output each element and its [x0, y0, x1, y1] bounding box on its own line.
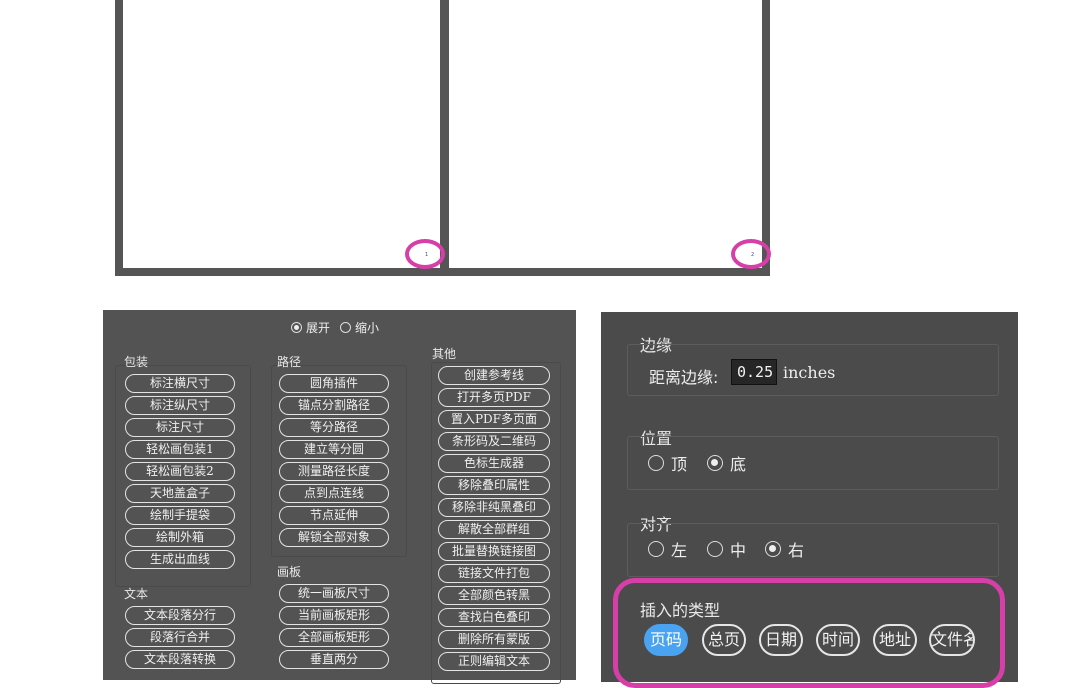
- position-option-bottom[interactable]: 底: [707, 451, 746, 475]
- btn-remove-nonblack-overprint[interactable]: 移除非纯黑叠印: [438, 498, 550, 517]
- collapse-radio[interactable]: [340, 322, 352, 333]
- group-label-other: 其他: [432, 347, 457, 361]
- position-top-label: 顶: [671, 455, 688, 474]
- btn-point-connect[interactable]: 点到点连线: [279, 484, 389, 503]
- page-number-highlight: [405, 239, 445, 269]
- btn-regex-edit-text[interactable]: 正则编辑文本: [438, 652, 550, 671]
- btn-divide-path[interactable]: 等分路径: [279, 418, 389, 437]
- btn-batch-replace-links[interactable]: 批量替换链接图: [438, 542, 550, 561]
- margin-distance-label: 距离边缘:: [649, 368, 719, 387]
- btn-create-guides[interactable]: 创建参考线: [438, 366, 550, 385]
- align-option-center[interactable]: 中: [707, 537, 746, 561]
- btn-paragraph-merge[interactable]: 段落行合并: [125, 628, 235, 647]
- page-number-highlight: [731, 239, 771, 269]
- align-center-label: 中: [730, 541, 747, 560]
- btn-node-extend[interactable]: 节点延伸: [279, 506, 389, 525]
- btn-measure-path[interactable]: 测量路径长度: [279, 462, 389, 481]
- plugin-panel: 展开 缩小 包装 文本 路径 画板 其他 标注横尺寸 标注纵尺寸 标注尺寸 轻松…: [103, 310, 576, 684]
- btn-easy-package-2[interactable]: 轻松画包装2: [125, 462, 235, 481]
- btn-vertical-split[interactable]: 垂直两分: [279, 650, 389, 669]
- btn-color-mark-generator[interactable]: 色标生成器: [438, 454, 550, 473]
- btn-barcode-qrcode[interactable]: 条形码及二维码: [438, 432, 550, 451]
- btn-text-convert[interactable]: 文本段落转换: [125, 650, 235, 669]
- btn-round-corner[interactable]: 圆角插件: [279, 374, 389, 393]
- align-option-right[interactable]: 右: [765, 537, 804, 561]
- group-label-packaging: 包装: [124, 355, 149, 369]
- position-bottom-radio[interactable]: [707, 455, 723, 471]
- btn-mark-width[interactable]: 标注横尺寸: [125, 374, 235, 393]
- artboard-page-2: 2: [441, 0, 770, 276]
- align-left-label: 左: [671, 541, 688, 560]
- btn-all-colors-to-black[interactable]: 全部颜色转黑: [438, 586, 550, 605]
- btn-mark-height[interactable]: 标注纵尺寸: [125, 396, 235, 415]
- align-center-radio[interactable]: [707, 541, 723, 557]
- btn-mark-size[interactable]: 标注尺寸: [125, 418, 235, 437]
- artboard-page-1: 1: [115, 0, 448, 276]
- expand-collapse-toggle: 展开 缩小: [291, 319, 379, 336]
- position-option-top[interactable]: 顶: [648, 451, 687, 475]
- align-right-radio[interactable]: [765, 541, 781, 557]
- btn-lid-box[interactable]: 天地盖盒子: [125, 484, 235, 503]
- btn-current-artboard-rect[interactable]: 当前画板矩形: [279, 606, 389, 625]
- btn-unify-artboard[interactable]: 统一画板尺寸: [279, 584, 389, 603]
- btn-find-white-overprint[interactable]: 查找白色叠印: [438, 608, 550, 627]
- btn-delete-masks[interactable]: 删除所有蒙版: [438, 630, 550, 649]
- position-top-radio[interactable]: [648, 455, 664, 471]
- btn-anchor-split[interactable]: 锚点分割路径: [279, 396, 389, 415]
- expand-label: 展开: [306, 321, 331, 335]
- collapse-label: 缩小: [355, 321, 380, 335]
- btn-package-links[interactable]: 链接文件打包: [438, 564, 550, 583]
- btn-unlock-all[interactable]: 解锁全部对象: [279, 528, 389, 547]
- btn-divide-circle[interactable]: 建立等分圆: [279, 440, 389, 459]
- margin-distance-input[interactable]: 0.25: [731, 359, 777, 385]
- expand-radio[interactable]: [291, 322, 302, 333]
- btn-easy-package-1[interactable]: 轻松画包装1: [125, 440, 235, 459]
- btn-handbag[interactable]: 绘制手提袋: [125, 506, 235, 525]
- btn-outer-box[interactable]: 绘制外箱: [125, 528, 235, 547]
- btn-open-multipage-pdf[interactable]: 打开多页PDF: [438, 388, 550, 407]
- align-left-radio[interactable]: [648, 541, 664, 557]
- btn-all-artboard-rect[interactable]: 全部画板矩形: [279, 628, 389, 647]
- group-label-artboard: 画板: [277, 565, 302, 579]
- align-right-label: 右: [788, 541, 805, 560]
- btn-text-split[interactable]: 文本段落分行: [125, 606, 235, 625]
- btn-ungroup-all[interactable]: 解散全部群组: [438, 520, 550, 539]
- btn-bleed-line[interactable]: 生成出血线: [125, 550, 235, 569]
- btn-place-pdf-pages[interactable]: 置入PDF多页面: [438, 410, 550, 429]
- margin-unit-label: inches: [783, 363, 836, 382]
- btn-remove-overprint[interactable]: 移除叠印属性: [438, 476, 550, 495]
- position-bottom-label: 底: [730, 455, 747, 474]
- group-label-text: 文本: [124, 587, 149, 601]
- group-label-path: 路径: [277, 355, 302, 369]
- insert-type-highlight: [613, 578, 1005, 688]
- align-option-left[interactable]: 左: [648, 537, 687, 561]
